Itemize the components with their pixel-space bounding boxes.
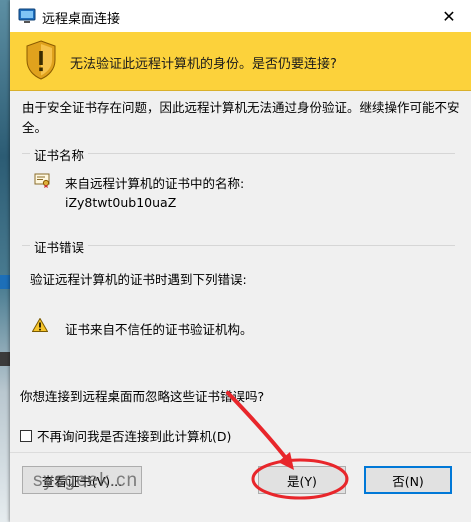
dont-ask-label: 不再询问我是否连接到此计算机(D) [37, 429, 232, 444]
certificate-source-label: 来自远程计算机的证书中的名称: [65, 176, 245, 191]
group-label: 证书名称 [30, 145, 89, 164]
shield-warning-icon [26, 40, 56, 80]
banner-message: 无法验证此远程计算机的身份。是否仍要连接? [70, 57, 337, 72]
certificate-name-group: 证书名称 来自远程计算机的证书中的名称: iZy8twt0ub10uaZ [22, 145, 455, 234]
desktop-icon-fragment [0, 352, 10, 366]
close-button[interactable]: ✕ [427, 0, 471, 32]
no-button[interactable]: 否(N) [364, 466, 452, 494]
watermark-text: sysgeek.cn [33, 470, 139, 491]
remote-desktop-dialog: 远程桌面连接 ✕ 无法验证此远程计算机的身份。是否仍要连接? 由于安全证书存在问… [10, 0, 471, 522]
dont-ask-checkbox[interactable] [20, 429, 32, 442]
error-intro-text: 验证远程计算机的证书时遇到下列错误: [30, 272, 247, 287]
desktop-icon-fragment [0, 275, 10, 289]
confirm-question: 你想连接到远程桌面而忽略这些证书错误吗? [20, 389, 265, 404]
certificate-icon [34, 173, 50, 188]
window-title: 远程桌面连接 [42, 12, 121, 27]
group-label: 证书错误 [30, 237, 89, 256]
warning-icon [32, 318, 48, 332]
description-text: 由于安全证书存在问题，因此远程计算机无法通过身份验证。继续操作可能不安全。 [22, 100, 460, 135]
title-bar[interactable]: 远程桌面连接 ✕ [10, 0, 471, 32]
warning-banner: 无法验证此远程计算机的身份。是否仍要连接? [10, 32, 471, 91]
remote-desktop-app-icon [18, 8, 36, 23]
divider [10, 452, 471, 453]
certificate-error-group: 证书错误 验证远程计算机的证书时遇到下列错误: 证书来自不信任的证书验证机构。 [22, 237, 455, 371]
certificate-name-value: iZy8twt0ub10uaZ [65, 195, 177, 210]
yes-button[interactable]: 是(Y) [258, 466, 346, 494]
error-item: 证书来自不信任的证书验证机构。 [65, 322, 253, 337]
close-icon: ✕ [442, 6, 456, 26]
desktop-background [0, 0, 10, 522]
dont-ask-checkbox-row[interactable]: 不再询问我是否连接到此计算机(D) [20, 426, 231, 445]
